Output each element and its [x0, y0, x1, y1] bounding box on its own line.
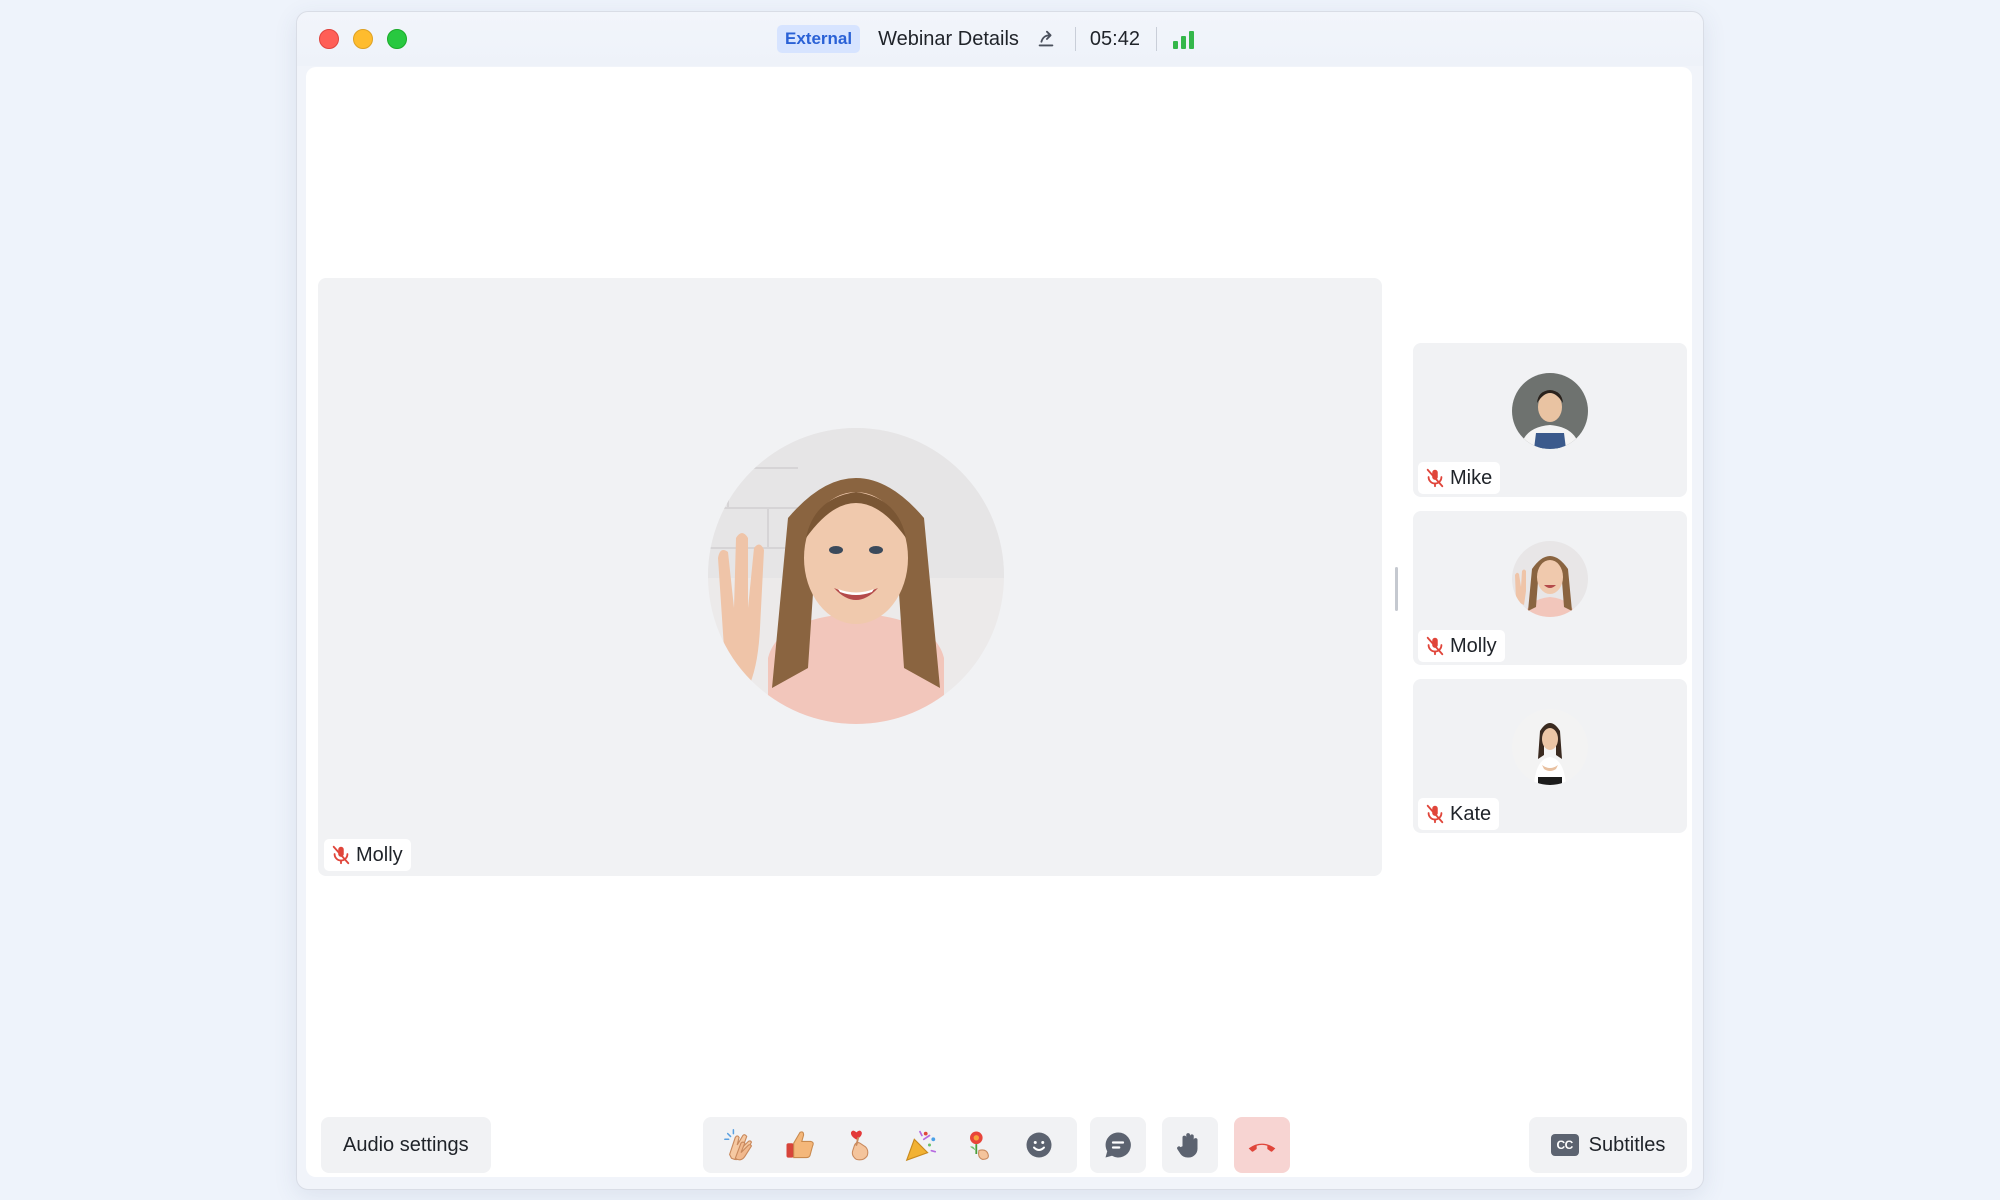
bouquet-icon[interactable]: [959, 1125, 999, 1165]
thumbs-up-icon[interactable]: [780, 1125, 820, 1165]
participant-name-tag: Mike: [1418, 462, 1501, 494]
participant-avatar: [1512, 373, 1588, 449]
participant-tile[interactable]: Kate: [1413, 679, 1687, 833]
participant-name: Molly: [1450, 634, 1497, 657]
meeting-toolbar: Audio settings CC Subtitles: [306, 1117, 1692, 1173]
meeting-timer: 05:42: [1089, 27, 1140, 50]
participant-name: Mike: [1450, 466, 1493, 489]
main-speaker-name-tag: Molly: [324, 839, 411, 871]
party-popper-icon[interactable]: [900, 1125, 940, 1165]
subtitles-button[interactable]: CC Subtitles: [1529, 1117, 1687, 1173]
mic-muted-icon: [1426, 468, 1444, 488]
close-window-button[interactable]: [319, 29, 339, 49]
subtitles-label: Subtitles: [1588, 1133, 1666, 1156]
reaction-bar: [703, 1117, 1077, 1173]
title-separator: [1155, 27, 1157, 51]
clapping-hands-icon[interactable]: [721, 1125, 761, 1165]
mic-muted-icon: [1426, 804, 1444, 824]
network-signal-icon[interactable]: [1172, 29, 1194, 49]
participant-tile[interactable]: Molly: [1413, 511, 1687, 665]
resize-handle[interactable]: [1395, 567, 1398, 611]
participant-tile[interactable]: Mike: [1413, 343, 1687, 497]
closed-caption-icon: CC: [1550, 1134, 1579, 1156]
main-speaker-name: Molly: [356, 843, 403, 866]
title-bar: External Webinar Details 05:42: [297, 12, 1703, 66]
external-badge: External: [777, 25, 861, 53]
participant-avatar: [1512, 709, 1588, 785]
participant-name-tag: Kate: [1418, 798, 1500, 830]
mic-muted-icon: [332, 845, 350, 865]
participant-avatar: [1512, 541, 1588, 617]
chat-icon: [1105, 1132, 1131, 1158]
title-separator: [1074, 27, 1076, 51]
participant-name: Kate: [1450, 802, 1492, 825]
audio-settings-button[interactable]: Audio settings: [321, 1117, 491, 1173]
meeting-title-group: External Webinar Details 05:42: [777, 24, 1194, 54]
main-speaker-avatar: [708, 428, 1004, 724]
minimize-window-button[interactable]: [353, 29, 373, 49]
leave-meeting-button[interactable]: [1234, 1117, 1290, 1173]
meeting-window: External Webinar Details 05:42 Molly Mik…: [296, 11, 1704, 1190]
meeting-title[interactable]: Webinar Details: [878, 28, 1019, 51]
participant-name-tag: Molly: [1418, 630, 1505, 662]
share-icon[interactable]: [1035, 28, 1057, 50]
raise-hand-button[interactable]: [1162, 1117, 1218, 1173]
emoji-icon[interactable]: [1019, 1125, 1059, 1165]
mic-muted-icon: [1426, 636, 1444, 656]
maximize-window-button[interactable]: [387, 29, 407, 49]
chat-button[interactable]: [1090, 1117, 1146, 1173]
main-speaker-tile[interactable]: Molly: [318, 278, 1382, 876]
raise-hand-icon: [1177, 1133, 1198, 1158]
hang-up-icon: [1248, 1143, 1276, 1152]
video-stage: Molly Mike Molly Kate Audio settings CC …: [306, 67, 1692, 1177]
finger-heart-icon[interactable]: [840, 1125, 880, 1165]
